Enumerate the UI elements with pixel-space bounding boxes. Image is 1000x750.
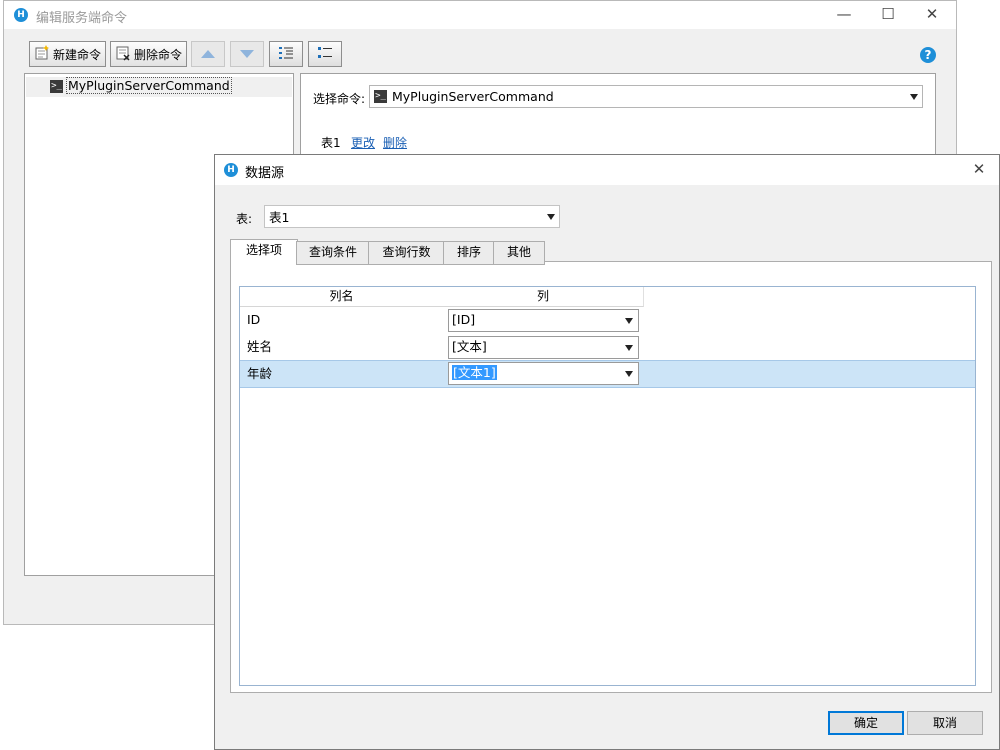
move-up-button[interactable] (191, 41, 225, 67)
terminal-icon: >_ (374, 90, 387, 103)
window-title: 编辑服务端命令 (36, 11, 128, 26)
indent-button[interactable] (269, 41, 303, 67)
new-command-button[interactable]: 新建命令 (29, 41, 106, 67)
app-logo-icon: H (224, 163, 238, 177)
select-command-dropdown[interactable]: >_ MyPluginServerCommand (369, 85, 923, 108)
delete-document-icon (115, 45, 131, 64)
delete-command-button[interactable]: 删除命令 (110, 41, 187, 67)
close-icon[interactable]: ✕ (961, 156, 997, 184)
chevron-down-icon (625, 370, 633, 377)
grid-header-column-name: 列名 (240, 287, 444, 307)
maximize-icon[interactable]: ☐ (866, 1, 910, 29)
ok-button[interactable]: 确定 (828, 711, 904, 735)
tab-sort[interactable]: 排序 (443, 241, 495, 265)
table-dropdown-value: 表1 (269, 210, 290, 225)
chevron-down-icon (547, 213, 555, 220)
dialog-title: 数据源 (245, 166, 285, 181)
tree-item-label[interactable]: MyPluginServerCommand (66, 77, 232, 94)
select-command-value: MyPluginServerCommand (392, 89, 554, 104)
help-icon[interactable]: ? (920, 47, 936, 63)
arrow-up-icon (201, 47, 215, 61)
table-dropdown[interactable]: 表1 (264, 205, 560, 228)
tab-query-conditions[interactable]: 查询条件 (296, 241, 370, 265)
tab-content-panel: 列名 列 ID [ID] 姓名 [文本] 年龄 [文本1] (230, 261, 992, 693)
table-row[interactable]: 姓名 [文本] (240, 334, 975, 360)
terminal-icon: >_ (50, 80, 63, 93)
dialog-title-bar: H 数据源 ✕ (215, 155, 999, 185)
row-column-name: 年龄 (247, 366, 273, 381)
chevron-down-icon (625, 317, 633, 324)
select-command-label: 选择命令: (313, 92, 366, 106)
minimize-icon[interactable]: — (822, 1, 866, 29)
tab-selection[interactable]: 选择项 (230, 239, 298, 264)
list-button[interactable] (308, 41, 342, 67)
arrow-down-icon (240, 47, 254, 61)
table-field-label: 表: (236, 212, 253, 226)
app-logo-icon: H (14, 8, 28, 22)
grid-header-column: 列 (443, 287, 644, 307)
chevron-down-icon (625, 344, 633, 351)
row-column-dropdown[interactable]: [文本1] (448, 362, 639, 385)
table-row-selected[interactable]: 年龄 [文本1] (240, 360, 975, 388)
table-row[interactable]: ID [ID] (240, 307, 975, 333)
row-column-name: ID (247, 312, 261, 327)
row-column-dropdown[interactable]: [ID] (448, 309, 639, 332)
row-column-dropdown[interactable]: [文本] (448, 336, 639, 359)
title-bar: H 编辑服务端命令 — ☐ ✕ (4, 1, 956, 29)
columns-grid: 列名 列 ID [ID] 姓名 [文本] 年龄 [文本1] (239, 286, 976, 686)
tab-other[interactable]: 其他 (493, 241, 545, 265)
list-icon (317, 46, 333, 63)
row-column-value[interactable]: [文本1] (452, 365, 497, 380)
delete-link[interactable]: 删除 (383, 134, 407, 151)
tree-item[interactable]: >_ MyPluginServerCommand (26, 77, 292, 97)
move-down-button[interactable] (230, 41, 264, 67)
delete-command-label: 删除命令 (134, 47, 183, 62)
row-column-value: [ID] (452, 312, 476, 327)
table-label: 表1 (321, 136, 341, 150)
close-icon[interactable]: ✕ (910, 1, 954, 29)
indent-icon (278, 46, 294, 63)
change-link[interactable]: 更改 (351, 134, 375, 151)
new-document-icon (34, 44, 50, 64)
tab-query-row-count[interactable]: 查询行数 (368, 241, 445, 265)
chevron-down-icon (910, 93, 918, 100)
cancel-button[interactable]: 取消 (907, 711, 983, 735)
new-command-label: 新建命令 (53, 47, 102, 62)
row-column-name: 姓名 (247, 339, 273, 354)
row-column-value: [文本] (452, 339, 487, 354)
